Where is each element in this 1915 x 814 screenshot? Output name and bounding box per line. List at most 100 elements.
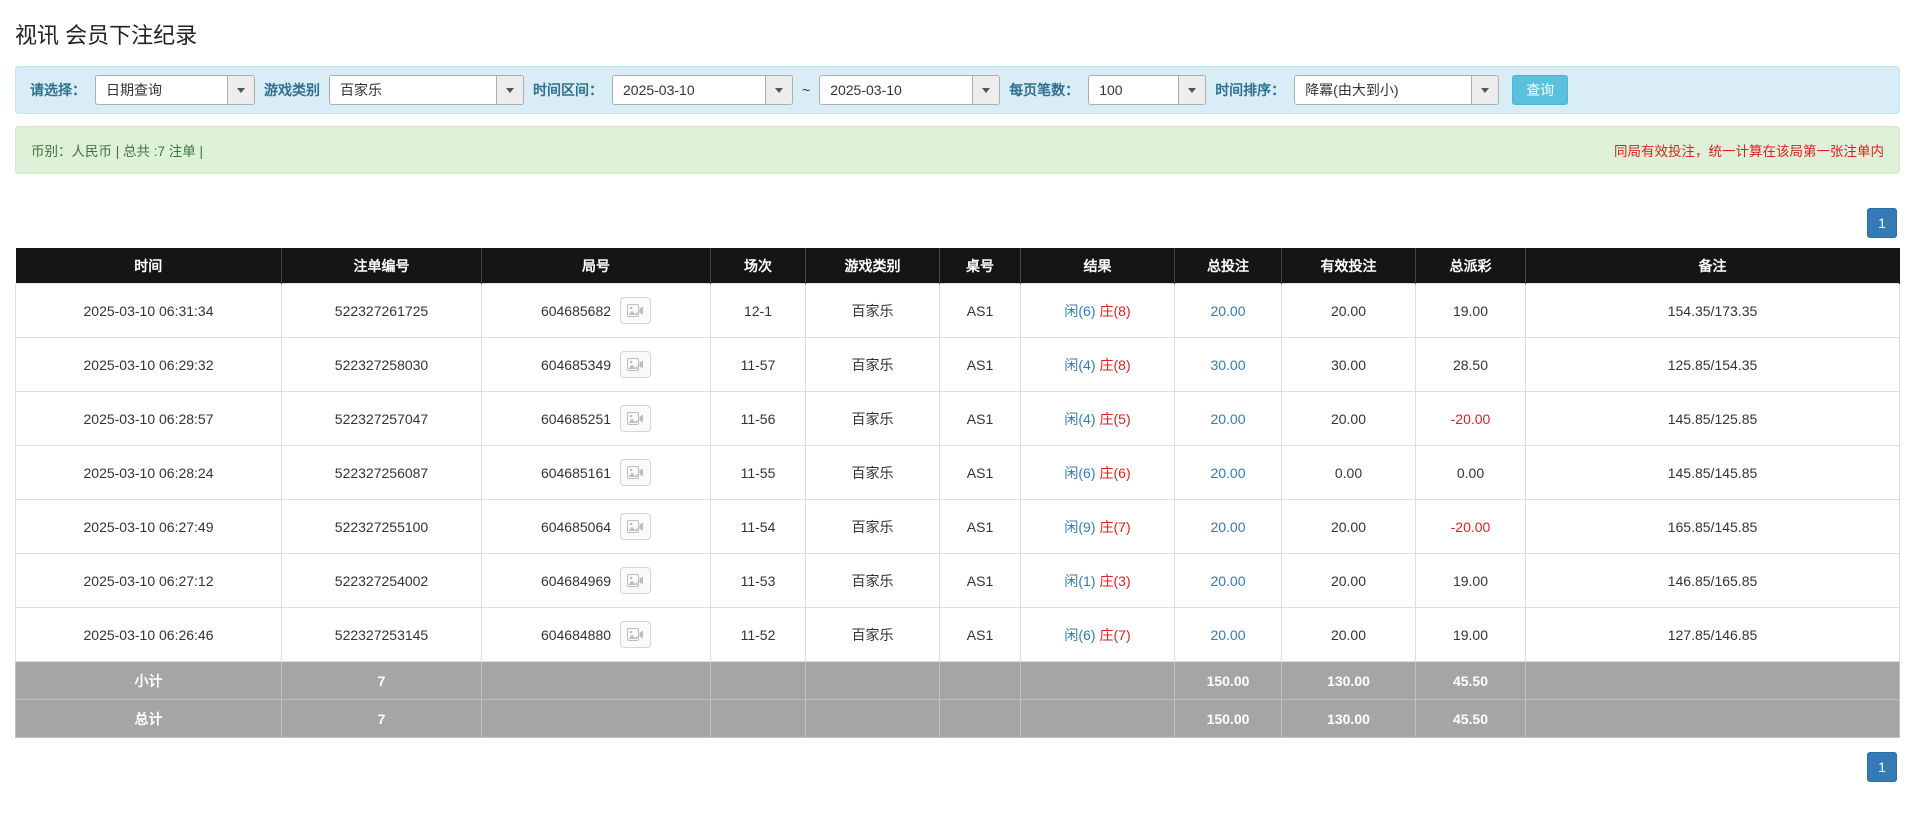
column-header: 桌号 (939, 248, 1021, 284)
page-size-label: 每页笔数： (1009, 82, 1080, 98)
result-player: 闲(6) (1064, 464, 1096, 481)
sort-order-value: 降冪(由大到小) (1305, 82, 1399, 98)
table-row: 2025-03-10 06:27:49 522327255100 604685064… (15, 499, 1900, 554)
page-1-button[interactable]: 1 (1867, 752, 1897, 782)
cell-valid-bet: 20.00 (1281, 499, 1416, 554)
replay-video-icon (627, 628, 644, 641)
page-size-caret-button[interactable] (1178, 76, 1206, 104)
game-type-caret-button[interactable] (496, 76, 523, 104)
round-number: 604685161 (540, 464, 612, 481)
date-to-caret-button[interactable] (972, 76, 1000, 104)
cell-session: 11-55 (710, 445, 806, 500)
total-bet-link[interactable]: 20.00 (1210, 465, 1245, 481)
cell-time: 2025-03-10 06:26:46 (15, 607, 282, 662)
cell-session: 11-56 (710, 391, 806, 446)
cell-bet-id: 522327261725 (281, 283, 482, 338)
filter-bar: 请选择： 日期查询 游戏类别 百家乐 时间区间： 2025-03-10 ~ 20… (15, 66, 1900, 114)
cell-total-bet: 20.00 (1174, 391, 1282, 446)
round-number: 604684880 (540, 626, 612, 643)
column-header: 总投注 (1174, 248, 1282, 284)
cell-valid-bet: 20.00 (1281, 607, 1416, 662)
cell-result: 闲(9) 庄(7) (1020, 499, 1175, 554)
game-type-dropdown[interactable]: 百家乐 (329, 75, 524, 105)
cell-round: 604685251 (481, 391, 711, 446)
cell-payout: -20.00 (1415, 499, 1526, 554)
cell-result: 闲(6) 庄(8) (1020, 283, 1175, 338)
total-bet-link[interactable]: 20.00 (1210, 411, 1245, 427)
cell-session: 11-52 (710, 607, 806, 662)
cell-result: 闲(6) 庄(7) (1020, 607, 1175, 662)
round-replay-button[interactable] (620, 405, 652, 432)
round-replay-button[interactable] (620, 297, 652, 324)
total-bet-link[interactable]: 20.00 (1210, 519, 1245, 535)
cell-time: 2025-03-10 06:27:49 (15, 499, 282, 554)
date-from-value: 2025-03-10 (623, 82, 695, 98)
cell-time: 2025-03-10 06:29:32 (15, 337, 282, 392)
cell-total-bet: 20.00 (1174, 553, 1282, 608)
total-bet-link[interactable]: 20.00 (1210, 303, 1245, 319)
sort-order-dropdown[interactable]: 降冪(由大到小) (1294, 75, 1500, 105)
result-player: 闲(6) (1064, 626, 1096, 643)
date-range-label: 时间区间： (533, 82, 603, 98)
cell-note: 125.85/154.35 (1525, 337, 1900, 392)
round-number: 604685349 (540, 356, 612, 373)
cell-round: 604685349 (481, 337, 711, 392)
chevron-down-icon (982, 87, 991, 93)
cell-bet-id: 522327255100 (281, 499, 482, 554)
cell-time: 2025-03-10 06:28:24 (15, 445, 282, 500)
date-from-caret-button[interactable] (765, 76, 792, 104)
game-type-value: 百家乐 (340, 82, 382, 98)
subtotal-label: 小计 (15, 661, 282, 700)
round-replay-button[interactable] (620, 351, 652, 378)
cell-valid-bet: 20.00 (1281, 553, 1416, 608)
query-type-value: 日期查询 (106, 82, 162, 98)
cell-table-number: AS1 (939, 391, 1021, 446)
page-title: 视讯 会员下注纪录 (15, 23, 198, 48)
search-button[interactable]: 查询 (1512, 75, 1569, 105)
query-type-caret-button[interactable] (227, 76, 254, 104)
cell-bet-id: 522327258030 (281, 337, 482, 392)
date-to-picker[interactable]: 2025-03-10 (819, 75, 1001, 105)
replay-video-icon (627, 412, 644, 425)
round-replay-button[interactable] (620, 459, 652, 486)
cell-payout: 19.00 (1415, 553, 1526, 608)
total-bet-link[interactable]: 20.00 (1210, 627, 1245, 643)
column-header: 游戏类别 (805, 248, 940, 284)
sort-order-caret-button[interactable] (1471, 76, 1499, 104)
result-player: 闲(4) (1064, 356, 1096, 373)
round-replay-button[interactable] (620, 621, 652, 648)
round-number: 604685682 (540, 302, 612, 319)
chevron-down-icon (1188, 87, 1197, 93)
column-header: 结果 (1020, 248, 1175, 284)
round-replay-button[interactable] (620, 567, 652, 594)
page-size-dropdown[interactable]: 100 (1088, 75, 1207, 105)
chevron-down-icon (775, 87, 783, 93)
empty-cell (1525, 661, 1900, 700)
date-from-picker[interactable]: 2025-03-10 (612, 75, 793, 105)
cell-time: 2025-03-10 06:31:34 (15, 283, 282, 338)
cell-note: 154.35/173.35 (1525, 283, 1900, 338)
empty-cell (1020, 699, 1175, 738)
total-bet-link[interactable]: 20.00 (1210, 573, 1245, 589)
subtotal-total-bet: 150.00 (1174, 661, 1282, 700)
result-banker: 庄(7) (1099, 626, 1131, 643)
page-size-value: 100 (1099, 82, 1123, 98)
cell-game-type: 百家乐 (805, 553, 940, 608)
page-1-button[interactable]: 1 (1867, 208, 1897, 238)
cell-game-type: 百家乐 (805, 607, 940, 662)
cell-result: 闲(1) 庄(3) (1020, 553, 1175, 608)
total-bet-link[interactable]: 30.00 (1210, 357, 1245, 373)
column-header: 总派彩 (1415, 248, 1526, 284)
round-replay-button[interactable] (620, 513, 652, 540)
same-round-notice-text: 同局有效投注，统一计算在该局第一张注单内 (1614, 144, 1884, 159)
subtotal-count: 7 (281, 661, 482, 700)
cell-session: 11-57 (710, 337, 806, 392)
query-type-dropdown[interactable]: 日期查询 (95, 75, 255, 105)
table-header-row: 时间 注单编号 局号 场次 游戏类别 桌号 结果 总投注 有效投注 总派彩 备注 (15, 248, 1900, 284)
column-header: 有效投注 (1281, 248, 1416, 284)
cell-note: 165.85/145.85 (1525, 499, 1900, 554)
cell-valid-bet: 20.00 (1281, 391, 1416, 446)
cell-game-type: 百家乐 (805, 499, 940, 554)
cell-round: 604685161 (481, 445, 711, 500)
cell-bet-id: 522327253145 (281, 607, 482, 662)
